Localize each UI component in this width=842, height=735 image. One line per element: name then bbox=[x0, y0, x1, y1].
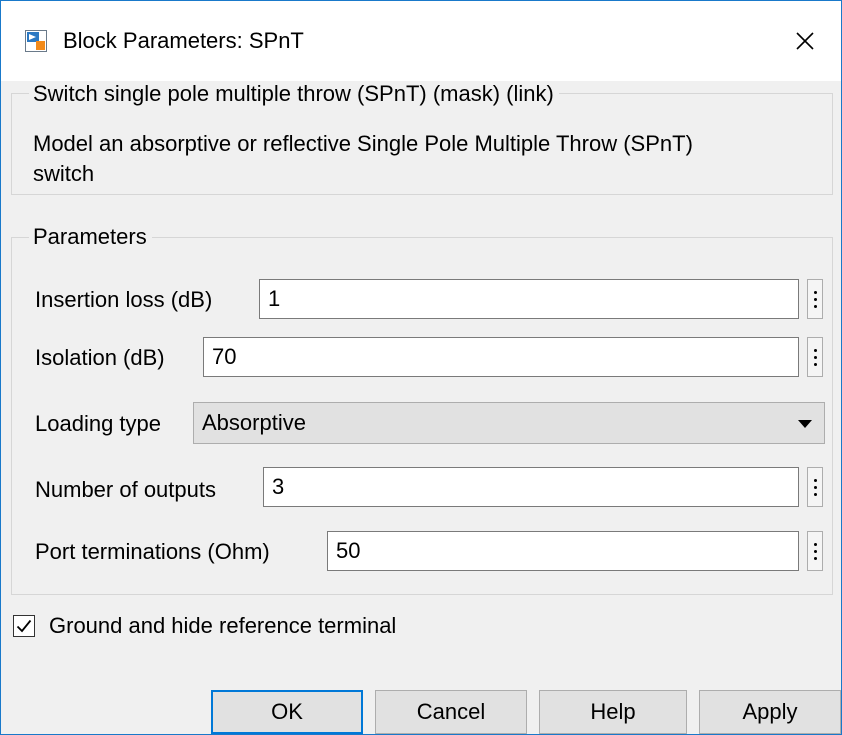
close-icon bbox=[796, 32, 814, 50]
dialog-window: Block Parameters: SPnT Switch single pol… bbox=[0, 0, 842, 735]
description-line-1: Model an absorptive or reflective Single… bbox=[33, 131, 693, 156]
port-terminations-field[interactable]: 50 bbox=[327, 531, 799, 571]
simulink-block-icon bbox=[25, 30, 47, 52]
loading-type-value: Absorptive bbox=[202, 410, 306, 435]
title-bar[interactable]: Block Parameters: SPnT bbox=[1, 1, 841, 81]
help-button[interactable]: Help bbox=[539, 690, 687, 734]
ground-checkbox[interactable] bbox=[13, 615, 35, 637]
num-outputs-field[interactable]: 3 bbox=[263, 467, 799, 507]
ok-button[interactable]: OK bbox=[211, 690, 363, 734]
isolation-field[interactable]: 70 bbox=[203, 337, 799, 377]
loading-type-label: Loading type bbox=[35, 411, 161, 436]
num-outputs-label: Number of outputs bbox=[35, 477, 216, 502]
parameters-group-title: Parameters bbox=[29, 224, 152, 250]
cancel-button[interactable]: Cancel bbox=[375, 690, 527, 734]
port-terminations-options-button[interactable] bbox=[807, 531, 823, 571]
apply-button[interactable]: Apply bbox=[699, 690, 841, 734]
num-outputs-options-button[interactable] bbox=[807, 467, 823, 507]
insertion-loss-label: Insertion loss (dB) bbox=[35, 287, 213, 312]
isolation-options-button[interactable] bbox=[807, 337, 823, 377]
insertion-loss-field[interactable]: 1 bbox=[259, 279, 799, 319]
window-title: Block Parameters: SPnT bbox=[63, 28, 304, 53]
checkmark-icon bbox=[16, 619, 32, 633]
isolation-label: Isolation (dB) bbox=[35, 345, 165, 370]
insertion-loss-options-button[interactable] bbox=[807, 279, 823, 319]
description-group-title: Switch single pole multiple throw (SPnT)… bbox=[29, 81, 559, 107]
port-terminations-label: Port terminations (Ohm) bbox=[35, 539, 270, 564]
chevron-down-icon bbox=[798, 420, 812, 428]
close-button[interactable] bbox=[783, 19, 827, 63]
description-line-2: switch bbox=[33, 161, 95, 186]
ground-checkbox-label: Ground and hide reference terminal bbox=[49, 613, 397, 638]
loading-type-dropdown[interactable]: Absorptive bbox=[193, 402, 825, 444]
